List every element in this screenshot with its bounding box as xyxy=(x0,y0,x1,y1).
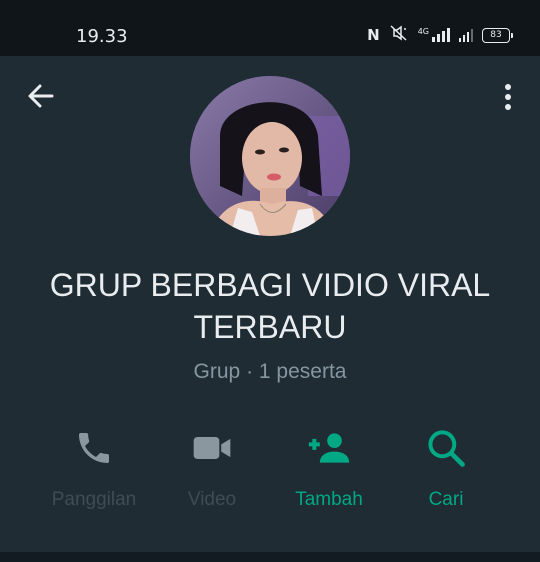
back-button[interactable] xyxy=(26,82,58,110)
status-time: 19.33 xyxy=(76,26,128,47)
network-label: 4G xyxy=(417,27,429,36)
call-label: Panggilan xyxy=(51,489,137,510)
search-icon xyxy=(424,426,468,475)
video-label: Video xyxy=(187,489,237,510)
nfc-icon: N xyxy=(367,26,380,44)
group-title: GRUP BERBAGI VIDIO VIRAL TERBARU xyxy=(49,267,491,345)
status-icons: N 4G 83 xyxy=(367,24,513,46)
arrow-left-icon xyxy=(28,84,54,108)
video-camera-icon xyxy=(190,426,234,475)
call-button[interactable]: Panggilan xyxy=(29,422,159,522)
avatar-photo xyxy=(190,76,350,236)
phone-icon xyxy=(74,426,114,475)
group-avatar[interactable] xyxy=(190,76,350,236)
video-button[interactable]: Video xyxy=(147,422,277,522)
divider xyxy=(0,552,540,562)
status-bar: 19.33 N 4G 83 xyxy=(0,0,540,56)
mute-icon xyxy=(389,25,409,45)
search-label: Cari xyxy=(428,489,464,510)
battery-icon: 83 xyxy=(482,27,513,43)
add-participant-button[interactable]: Tambah xyxy=(264,422,394,522)
more-vertical-icon xyxy=(505,84,511,110)
search-button[interactable]: Cari xyxy=(381,422,511,522)
signal-icon: 4G xyxy=(418,28,450,42)
add-label: Tambah xyxy=(295,489,363,510)
group-subtitle: Grup · 1 peserta xyxy=(193,360,347,383)
add-person-icon xyxy=(307,426,351,475)
signal-icon-2 xyxy=(459,28,473,42)
more-options-button[interactable] xyxy=(496,82,520,112)
